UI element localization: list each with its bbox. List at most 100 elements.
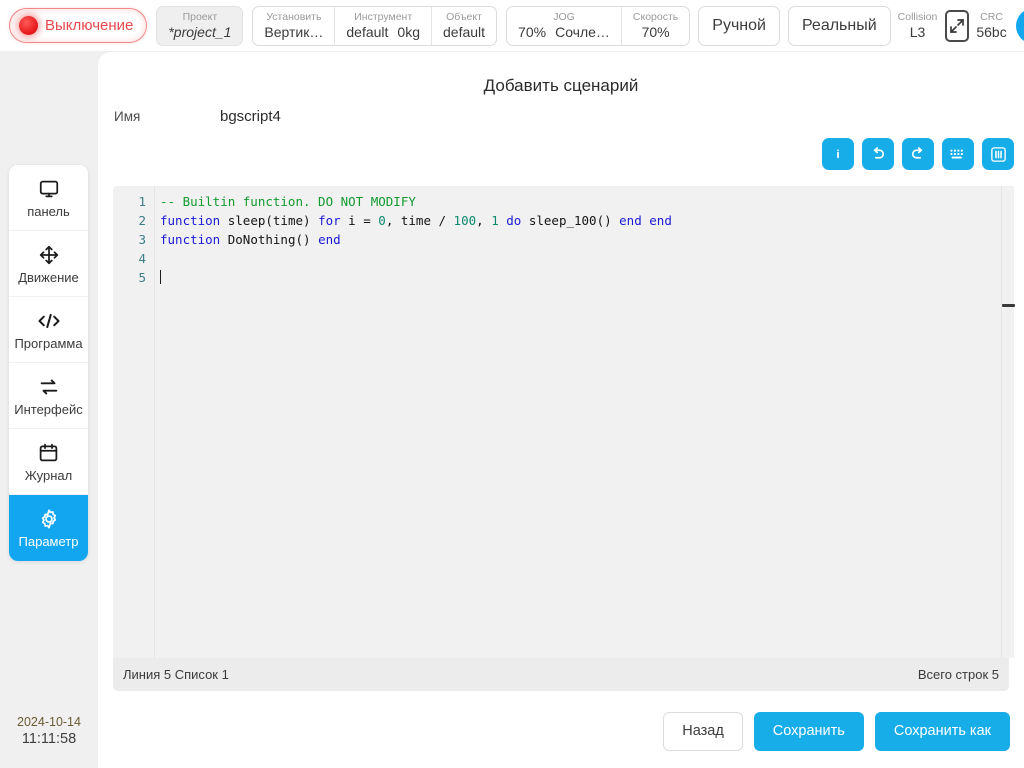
sidebar-label-interface: Интерфейс (14, 401, 83, 417)
sidebar-item-panel[interactable]: панель (9, 165, 88, 231)
undo-icon[interactable] (862, 138, 894, 170)
editor-toolbar (822, 138, 1014, 170)
avatar[interactable]: A (1015, 7, 1024, 44)
code-token: function (160, 213, 221, 228)
code-line[interactable]: function DoNothing() end (160, 230, 1009, 249)
calendar-icon (38, 441, 59, 465)
code-content[interactable]: -- Builtin function. DO NOT MODIFY functi… (155, 186, 1009, 658)
code-token: -- Builtin function. DO NOT MODIFY (160, 194, 416, 209)
exchange-icon (38, 375, 60, 399)
code-line[interactable]: function sleep(time) for i = 0, time / 1… (160, 211, 1009, 230)
save-as-button[interactable]: Сохранить как (874, 711, 1010, 751)
mode-real-button[interactable]: Реальный (787, 5, 891, 46)
line-number-gutter: 1 2 3 4 5 (113, 186, 155, 658)
info-icon[interactable] (822, 138, 854, 170)
sidebar-item-movement[interactable]: Движение (9, 231, 88, 297)
code-token: end (649, 213, 672, 228)
sidebar-label-movement: Движение (18, 269, 79, 285)
scrollbar-thumb[interactable] (1002, 304, 1015, 307)
top-status-bar: Выключение Проект *project_1 Установить … (0, 0, 1024, 52)
current-date: 2024-10-14 (17, 715, 81, 729)
sidebar-item-interface[interactable]: Интерфейс (9, 363, 88, 429)
jog-mode: Сочле… (555, 24, 610, 40)
line-number: 4 (138, 251, 146, 266)
redo-icon[interactable] (902, 138, 934, 170)
expand-arrows-icon[interactable] (945, 9, 970, 42)
crc-indicator: CRC 56bc (971, 6, 1011, 46)
code-line[interactable] (160, 268, 1009, 287)
sidebar-label-parameter: Параметр (18, 534, 79, 549)
code-token: 0 (378, 213, 386, 228)
code-token: end (619, 213, 642, 228)
project-cell[interactable]: Проект *project_1 (157, 7, 242, 45)
speed-group: JOG 70% Сочле… Скорость 70% (506, 5, 691, 46)
keyboard-icon[interactable] (942, 138, 974, 170)
code-token: function (160, 232, 221, 247)
code-token: sleep_100() (521, 213, 620, 228)
object-cell[interactable]: Объект default (431, 6, 496, 45)
tool-weight: 0kg (397, 24, 420, 40)
code-editor[interactable]: 1 2 3 4 5 -- Builtin function. DO NOT MODIFY… (113, 186, 1009, 658)
code-token: , (476, 213, 492, 228)
save-button[interactable]: Сохранить (753, 711, 864, 751)
text-caret (160, 270, 161, 284)
code-token: sleep(time) (220, 213, 319, 228)
name-row: Имя bgscript4 (114, 108, 281, 125)
sidebar-label-program: Программа (14, 335, 83, 351)
power-off-label: Выключение (45, 17, 134, 34)
code-icon (36, 309, 62, 333)
power-off-button[interactable]: Выключение (9, 8, 148, 43)
line-number: 3 (138, 232, 146, 247)
collision-value: L3 (909, 24, 926, 40)
install-cell[interactable]: Установить Вертик… (253, 7, 334, 45)
back-button[interactable]: Назад (663, 711, 743, 751)
collision-indicator[interactable]: Collision L3 (893, 6, 943, 46)
sidebar-label-log: Журнал (24, 467, 73, 483)
columns-icon[interactable] (982, 138, 1014, 170)
editor-status-bar: Линия 5 Список 1 Всего строк 5 (113, 658, 1009, 691)
line-number: 5 (138, 270, 146, 285)
gear-icon (38, 507, 60, 531)
jog-caption: JOG (553, 11, 575, 23)
code-token: 100 (453, 213, 477, 228)
code-token: i = (340, 213, 379, 228)
mode-manual-button[interactable]: Ручной (698, 5, 780, 46)
current-time: 11:11:58 (21, 731, 77, 747)
crc-value: 56bc (976, 24, 1007, 40)
sidebar-label-panel: панель (27, 203, 70, 219)
tool-value: default (346, 24, 389, 40)
code-token: , time / (385, 213, 454, 228)
object-caption: Объект (446, 11, 482, 23)
app-root: Выключение Проект *project_1 Установить … (0, 0, 1024, 768)
line-number: 1 (138, 194, 146, 209)
sidebar-item-parameter[interactable]: Параметр (9, 495, 88, 561)
line-number: 2 (138, 213, 146, 228)
install-value: Вертик… (264, 24, 324, 40)
tool-caption: Инструмент (354, 11, 413, 23)
monitor-icon (38, 177, 60, 201)
speed-value: 70% (641, 24, 670, 40)
project-group[interactable]: Проект *project_1 (156, 5, 244, 46)
code-token: DoNothing() (220, 232, 319, 247)
name-label: Имя (114, 109, 141, 124)
code-token: 1 (491, 213, 499, 228)
code-token: for (318, 213, 341, 228)
move-icon (38, 243, 60, 267)
page-title: Добавить сценарий (483, 76, 639, 95)
setup-group: Установить Вертик… Инструмент default 0k… (252, 5, 498, 46)
crc-caption: CRC (980, 11, 1003, 23)
sidebar-item-program[interactable]: Программа (9, 297, 88, 363)
code-line[interactable]: -- Builtin function. DO NOT MODIFY (160, 192, 1009, 211)
name-value[interactable]: bgscript4 (220, 108, 281, 125)
speed-cell[interactable]: Скорость 70% (620, 6, 689, 45)
code-token: end (318, 232, 341, 247)
editor-vertical-scrollbar[interactable] (1001, 186, 1015, 658)
total-lines-text: Всего строк 5 (917, 667, 999, 682)
sidebar-item-log[interactable]: Журнал (9, 429, 88, 495)
jog-cell[interactable]: JOG 70% Сочле… (507, 7, 621, 45)
tool-cell[interactable]: Инструмент default 0kg (334, 6, 431, 45)
install-caption: Установить (266, 11, 322, 23)
speed-caption: Скорость (632, 11, 679, 23)
code-line[interactable] (160, 249, 1009, 268)
clock-widget: 2024-10-14 11:11:58 (0, 694, 98, 768)
